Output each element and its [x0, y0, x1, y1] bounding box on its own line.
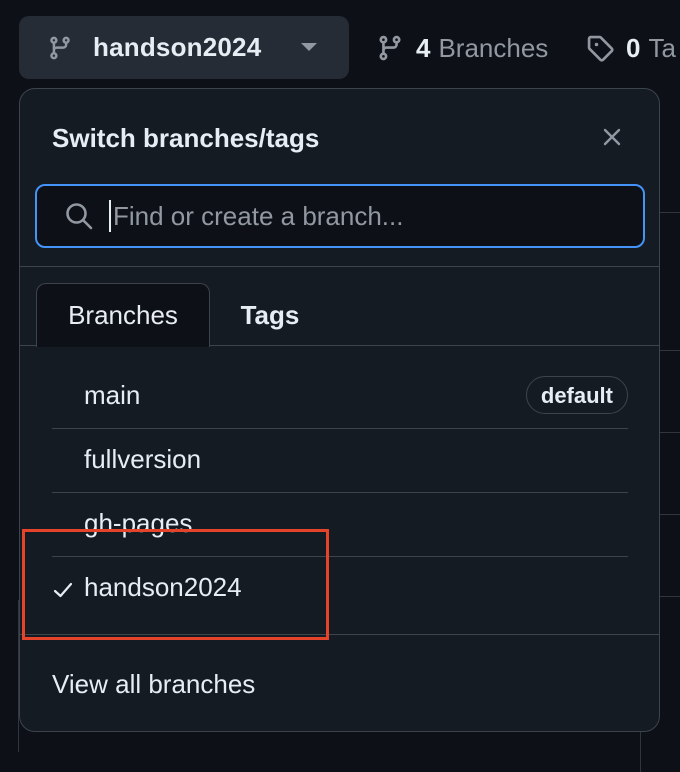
default-badge: default [525, 376, 628, 414]
git-branch-icon [379, 35, 401, 61]
tags-count-link[interactable]: 0 Ta [586, 30, 676, 66]
branch-search-field[interactable] [35, 184, 645, 248]
check-icon [53, 582, 73, 598]
git-branch-icon [50, 36, 70, 59]
view-all-branches-link[interactable]: View all branches [52, 669, 255, 700]
branch-item-main[interactable]: main default [52, 365, 628, 429]
tags-label: Ta [648, 32, 676, 63]
branch-name: handson2024 [84, 572, 242, 602]
branch-switcher-dropdown: Switch branches/tags Branches Tags main … [19, 88, 660, 732]
tags-count: 0 [626, 32, 641, 63]
divider [20, 634, 659, 635]
branch-name: fullversion [84, 444, 202, 474]
branch-selector-button[interactable]: handson2024 [19, 16, 349, 79]
divider [20, 266, 659, 267]
dropdown-title: Switch branches/tags [52, 123, 320, 153]
active-tab-gap [37, 345, 209, 346]
tab-branches[interactable]: Branches [36, 283, 210, 347]
tag-icon [587, 35, 614, 62]
branch-item-handson2024[interactable]: handson2024 [52, 557, 628, 621]
close-icon [603, 128, 621, 146]
branches-count: 4 [416, 32, 431, 63]
branch-name: gh-pages [84, 508, 193, 538]
chevron-down-icon [301, 43, 317, 51]
branch-item-fullversion[interactable]: fullversion [52, 429, 628, 493]
branches-count-link[interactable]: 4 Branches [376, 30, 548, 66]
text-cursor [109, 200, 111, 232]
branch-name: main [84, 380, 141, 410]
branch-tag-tabs: Branches Tags [20, 283, 659, 347]
search-icon [66, 203, 93, 230]
branch-search-input[interactable] [113, 200, 593, 232]
branches-label: Branches [438, 32, 549, 63]
branch-item-gh-pages[interactable]: gh-pages [52, 493, 628, 557]
current-branch-label: handson2024 [93, 32, 262, 62]
branch-list: main default fullversion gh-pages handso… [52, 365, 628, 621]
tab-tags[interactable]: Tags [220, 283, 320, 347]
close-button[interactable] [596, 121, 628, 153]
